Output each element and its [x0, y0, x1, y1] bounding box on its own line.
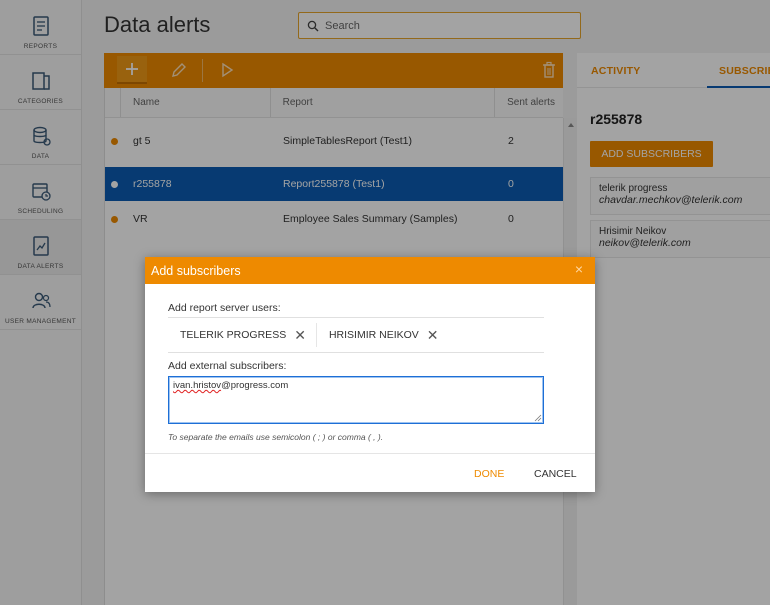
chip-label: HRISIMIR NEIKOV	[328, 329, 419, 341]
user-chip[interactable]: HRISIMIR NEIKOV ✕	[315, 323, 449, 347]
done-button[interactable]: DONE	[474, 468, 504, 480]
user-chip[interactable]: TELERIK PROGRESS ✕	[168, 323, 316, 347]
external-subscribers-textarea[interactable]: ivan.hristov@progress.com	[168, 376, 544, 424]
chip-label: TELERIK PROGRESS	[180, 329, 287, 341]
external-label: Add external subscribers:	[168, 360, 287, 372]
users-label: Add report server users:	[168, 302, 281, 314]
users-multiselect[interactable]: TELERIK PROGRESS ✕ HRISIMIR NEIKOV ✕	[168, 317, 544, 353]
separator-hint: To separate the emails use semicolon ( ;…	[168, 432, 384, 442]
cancel-button[interactable]: CANCEL	[534, 468, 577, 480]
dialog-title: Add subscribers	[151, 263, 241, 278]
textarea-text: @progress.com	[221, 380, 289, 391]
resize-handle-icon[interactable]	[534, 414, 542, 422]
remove-chip-icon[interactable]: ✕	[294, 327, 306, 344]
add-subscribers-dialog: Add subscribers × Add report server user…	[145, 257, 595, 492]
remove-chip-icon[interactable]: ✕	[427, 327, 439, 344]
dialog-footer: DONE CANCEL	[145, 453, 595, 492]
dialog-header: Add subscribers ×	[145, 257, 595, 284]
misspelled-text: ivan.hristov	[173, 380, 222, 391]
close-icon[interactable]: ×	[575, 261, 583, 277]
